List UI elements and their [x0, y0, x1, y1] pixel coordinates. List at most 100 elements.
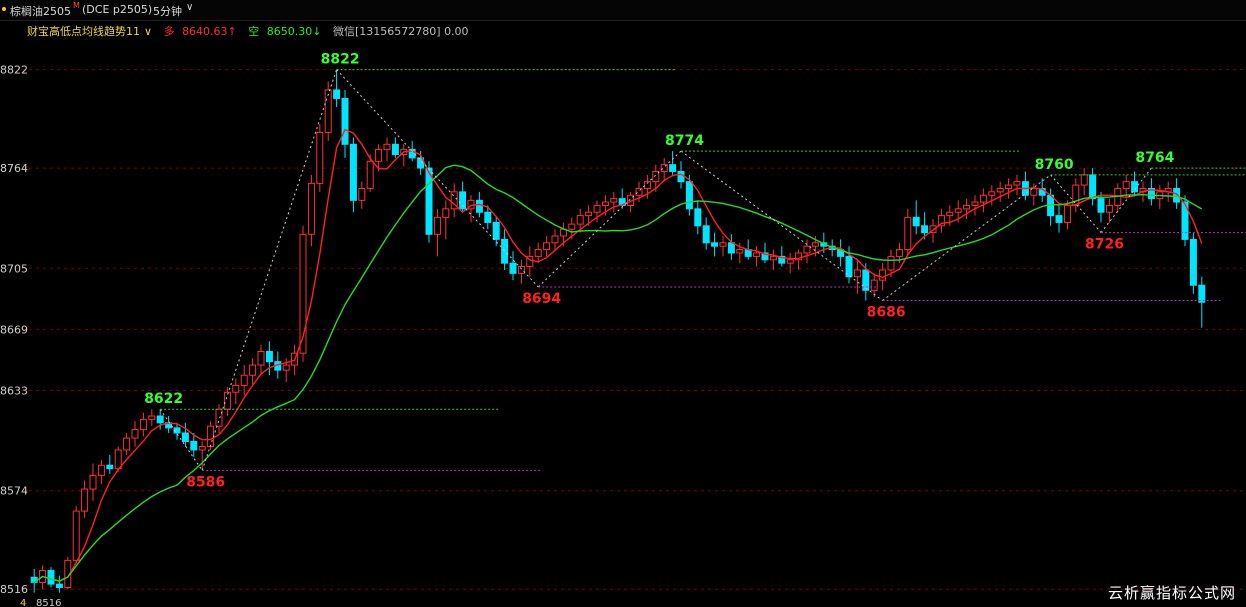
candle-body — [585, 211, 593, 217]
candle-body — [139, 418, 147, 431]
candle-body — [551, 235, 559, 244]
candle-body — [1089, 174, 1097, 200]
candle-body — [971, 201, 979, 206]
y-tick-label: 8516 — [0, 583, 28, 596]
candle-body — [912, 216, 920, 227]
low-price-label: 8516 — [36, 598, 61, 607]
y-tick-label: 8764 — [0, 162, 28, 175]
swing-high-label: 8760 — [1035, 157, 1074, 173]
candle-body — [1097, 198, 1105, 213]
swing-low-label: 8694 — [522, 291, 561, 307]
candle-body — [307, 182, 315, 235]
candle-body — [769, 255, 777, 261]
candle-body — [375, 148, 383, 162]
candle-body — [215, 408, 223, 427]
candle-body — [895, 249, 903, 257]
candle-body — [954, 208, 962, 213]
candle-body — [257, 350, 265, 366]
candle-body — [601, 201, 609, 206]
candle-body — [383, 143, 391, 150]
candle-body — [425, 167, 433, 235]
candle-body — [921, 225, 929, 234]
candle-body — [677, 170, 685, 183]
candle-body — [55, 583, 63, 589]
y-tick-label: 8822 — [0, 64, 28, 77]
bar-count-label: 4 — [20, 598, 26, 607]
candle-body — [694, 208, 702, 227]
candle-body — [711, 242, 719, 247]
candle-body — [685, 181, 693, 210]
candle-body — [282, 364, 290, 371]
candlestick-chart[interactable]: 8822 8764 8705 8669 8633 8574 8516 8622 8586 8822… — [0, 0, 1246, 607]
swing-low-label: 8686 — [867, 305, 906, 321]
candle-body — [1198, 284, 1206, 303]
candle-body — [568, 223, 576, 230]
candle-body — [358, 187, 366, 201]
candle-body — [324, 89, 332, 133]
candle-body — [887, 255, 895, 271]
candle-body — [803, 245, 811, 254]
swing-low-label: 8586 — [186, 474, 225, 490]
candle-body — [156, 415, 164, 424]
candle-body — [475, 199, 483, 213]
candle-body — [223, 391, 231, 410]
swing-high-label: 8622 — [144, 391, 183, 407]
candle-body — [736, 249, 744, 254]
candle-body — [753, 252, 761, 257]
candle-body — [1189, 238, 1197, 286]
candle-body — [543, 242, 551, 251]
candle-body — [853, 269, 861, 278]
zigzag-segment — [159, 408, 203, 471]
candle-body — [114, 449, 122, 470]
candle-body — [207, 425, 215, 448]
candle-body — [265, 350, 273, 363]
candle-body — [81, 488, 89, 512]
candle-body — [1173, 187, 1181, 203]
candle-body — [341, 97, 349, 145]
candle-body — [870, 279, 878, 291]
candle-body — [509, 262, 517, 274]
ma-fast-line — [33, 128, 1203, 583]
candle-body — [576, 215, 584, 225]
zigzag-segment — [537, 150, 682, 288]
candle-body — [702, 225, 710, 244]
candle-body — [316, 131, 324, 184]
candle-body — [534, 249, 542, 257]
candle-body — [106, 464, 114, 470]
candle-body — [240, 374, 248, 386]
ma-slow-line — [33, 164, 1203, 583]
candle-body — [593, 204, 601, 213]
candle-body — [131, 429, 139, 439]
swing-high-label: 8822 — [321, 52, 360, 68]
candle-body — [366, 160, 374, 189]
candle-body — [89, 474, 97, 490]
candle-body — [811, 242, 819, 247]
candle-body — [979, 194, 987, 203]
candle-body — [72, 510, 80, 561]
candle-body — [123, 437, 131, 451]
candle-body — [501, 238, 509, 264]
candle-body — [727, 242, 735, 254]
site-watermark: 云析赢指标公式网 — [1107, 584, 1236, 602]
candle-body — [1122, 181, 1130, 189]
candle-body — [946, 211, 954, 217]
zigzag-segment — [680, 150, 883, 301]
candle-body — [517, 266, 525, 274]
candle-body — [97, 464, 105, 476]
candle-body — [904, 216, 912, 251]
candle-body — [442, 208, 450, 218]
candle-body — [190, 440, 198, 451]
candle-body — [349, 143, 357, 201]
y-tick-label: 8574 — [0, 485, 28, 498]
candle-body — [1080, 174, 1088, 186]
candle-body — [433, 216, 441, 235]
y-tick-label: 8705 — [0, 262, 28, 275]
candle-body — [963, 204, 971, 210]
candle-body — [249, 364, 257, 376]
swing-high-label: 8764 — [1135, 150, 1174, 166]
candle-body — [879, 269, 887, 281]
candle-body — [1005, 184, 1013, 189]
candle-body — [459, 191, 467, 210]
candle-body — [1055, 215, 1063, 223]
candle-body — [610, 198, 618, 203]
